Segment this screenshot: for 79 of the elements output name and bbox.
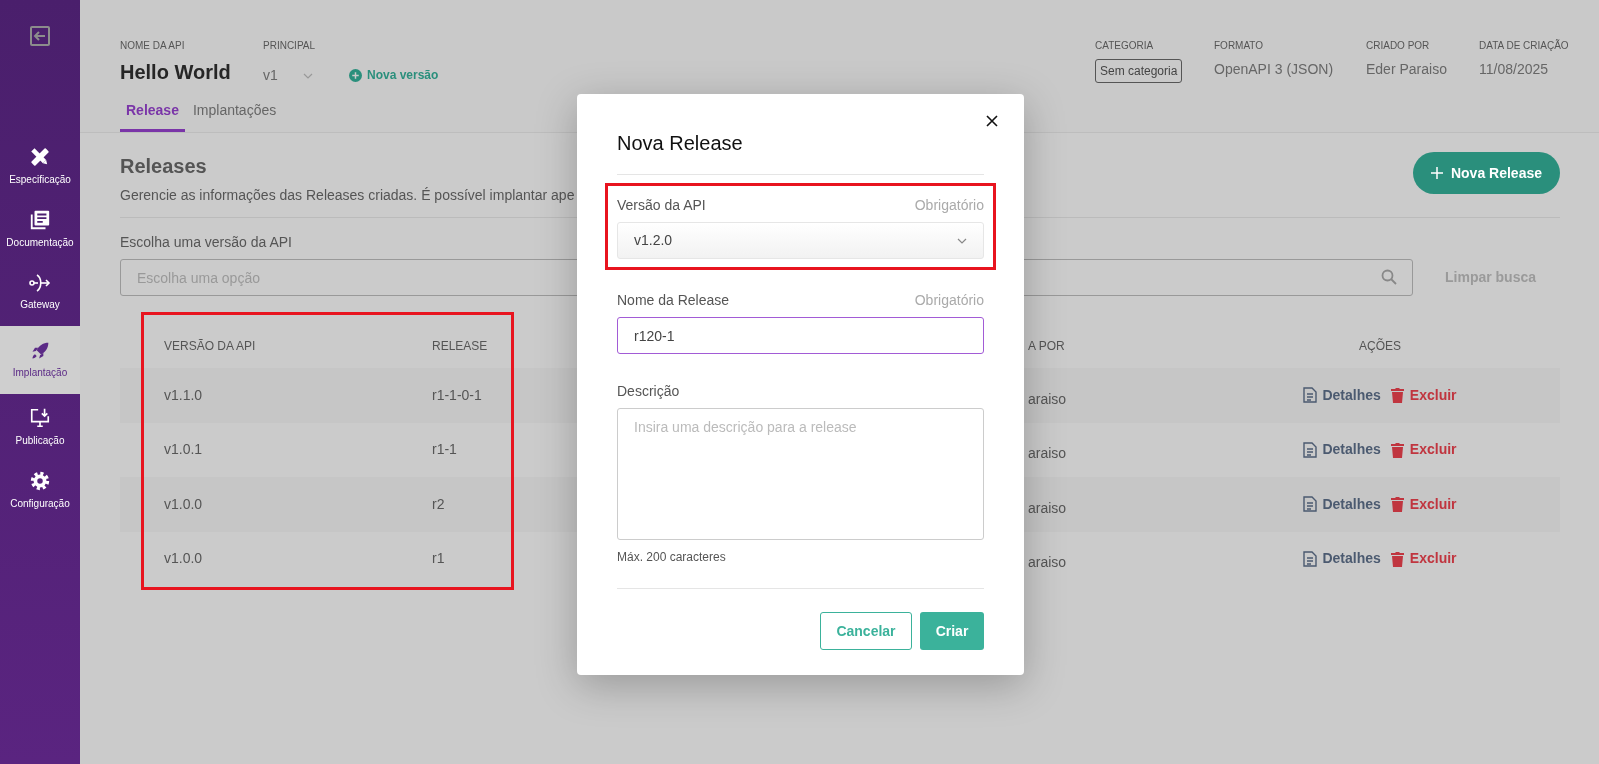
table-cell-text: v1.0.0	[163, 549, 203, 569]
column-header: AÇÕES	[1359, 337, 1401, 355]
table-cell-text: v1.1.0	[163, 385, 203, 405]
table-cell-text: araiso	[1027, 553, 1067, 573]
table-cell-text: r2	[432, 494, 445, 514]
field-label: Versão da API	[617, 196, 706, 215]
version-select[interactable]: v1.2.0	[617, 222, 984, 259]
document-icon	[1303, 441, 1318, 458]
sidebar-item[interactable]: Especificação	[0, 135, 80, 198]
field-label: Descrição	[617, 382, 681, 401]
plus-circle-icon	[349, 68, 362, 82]
delete-button[interactable]: Excluir	[1390, 548, 1457, 570]
sidebar-item[interactable]: Gateway	[0, 261, 80, 324]
trash-icon	[1390, 496, 1404, 513]
document-stack-icon	[29, 209, 51, 231]
chevron-icon	[957, 237, 967, 244]
column-header: A POR	[1027, 338, 1065, 355]
sidebar-item[interactable]: Implantação	[0, 326, 80, 394]
table-cell-text: r1-1	[432, 440, 457, 460]
monitor-download-icon	[29, 407, 51, 429]
rocket-icon	[30, 340, 50, 361]
table-cell-text: v1.0.1	[163, 440, 203, 460]
column-header: VERSÃO DA API	[163, 338, 256, 355]
gateway-icon	[28, 273, 52, 293]
category-badge: Sem categoria	[1095, 59, 1183, 83]
column-header: RELEASE	[432, 338, 488, 355]
settings-icon	[29, 470, 51, 492]
sidebar-item[interactable]: Configuração	[0, 459, 80, 522]
sidebar-item[interactable]: Documentação	[0, 198, 80, 261]
new-release-button[interactable]: Nova Release	[1412, 152, 1560, 194]
details-button[interactable]: Detalhes	[1303, 548, 1381, 570]
document-icon	[1303, 387, 1318, 404]
delete-button[interactable]: Excluir	[1390, 439, 1457, 461]
plus-icon	[1430, 167, 1443, 179]
version-select[interactable]: v1	[263, 65, 313, 86]
meta-value: OpenAPI 3 (JSON)	[1214, 60, 1334, 79]
section-title: Releases	[120, 154, 208, 179]
table-cell-text: araiso	[1027, 444, 1067, 464]
meta-label: DATA DE CRIAÇÃO	[1479, 38, 1569, 53]
field-label: PRINCIPAL	[263, 39, 317, 53]
release-name-field[interactable]: r120-1	[617, 317, 984, 354]
table-cell-text: v1.0.0	[163, 494, 203, 514]
table-cell-text: araiso	[1027, 389, 1067, 409]
filter-label: Escolha uma versão da API	[120, 233, 292, 252]
dialog-title: Nova Release	[617, 131, 744, 156]
required-label: Obrigatório	[914, 196, 984, 215]
field-label: NOME DA API	[120, 39, 186, 53]
cancel-button[interactable]: Cancelar	[820, 612, 912, 650]
close-icon[interactable]	[986, 115, 998, 127]
logout-icon[interactable]	[28, 24, 52, 48]
hint-text: Máx. 200 caracteres	[617, 549, 727, 566]
search-icon	[1381, 269, 1397, 285]
chevron-icon	[303, 72, 313, 79]
details-button[interactable]: Detalhes	[1303, 493, 1381, 515]
meta-value: Eder Paraiso	[1366, 60, 1447, 79]
details-button[interactable]: Detalhes	[1303, 384, 1381, 406]
meta-label: CRIADO POR	[1366, 39, 1430, 53]
meta-value: 11/08/2025	[1479, 60, 1549, 79]
trash-icon	[1390, 441, 1404, 458]
delete-button[interactable]: Excluir	[1390, 384, 1457, 406]
tab[interactable]: Implantações	[186, 100, 283, 132]
table-cell-text: araiso	[1027, 498, 1067, 518]
tab[interactable]: Release	[120, 100, 185, 132]
section-description: Gerencie as informações das Releases criadas. É possível implantar ape	[120, 186, 575, 205]
new-version-button[interactable]: Nova versão	[349, 66, 439, 84]
details-button[interactable]: Detalhes	[1303, 439, 1381, 461]
document-icon	[1303, 496, 1318, 513]
create-button[interactable]: Criar	[920, 612, 984, 650]
sidebar-item[interactable]: Publicação	[0, 396, 80, 459]
description-field[interactable]: Insira uma descrição para a release	[617, 408, 984, 540]
delete-button[interactable]: Excluir	[1390, 493, 1457, 515]
trash-icon	[1390, 387, 1404, 404]
document-icon	[1303, 550, 1318, 567]
meta-label: CATEGORIA	[1095, 39, 1154, 53]
meta-label: FORMATO	[1214, 39, 1264, 53]
api-name: Hello World	[120, 60, 232, 85]
trash-icon	[1390, 550, 1404, 567]
table-cell-text: r1	[432, 549, 445, 569]
table-cell-text: r1-1-0-1	[432, 385, 482, 405]
